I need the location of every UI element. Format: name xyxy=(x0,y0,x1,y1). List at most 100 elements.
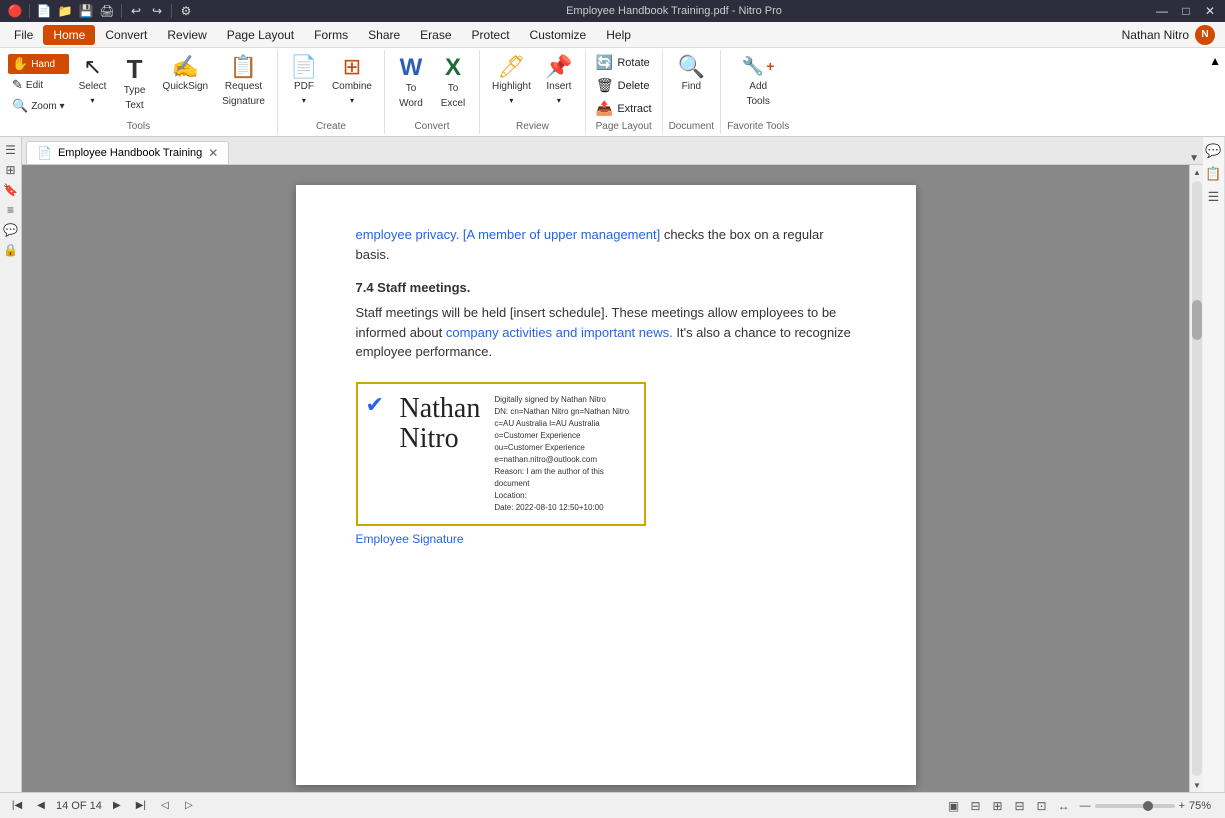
document-items: 🔍 Find xyxy=(671,52,711,119)
nav-first-page-btn[interactable]: |◀ xyxy=(8,797,26,815)
request-signature-btn[interactable]: 📋 Request Signature xyxy=(216,52,271,112)
pdf-label: PDF xyxy=(294,81,314,93)
content-wrapper: 📄 Employee Handbook Training ✕ ▼ employe… xyxy=(22,137,1203,792)
review-group-label: Review xyxy=(516,119,549,132)
sidebar-tool-1[interactable]: 💬 xyxy=(1204,141,1224,161)
tab-menu-btn[interactable]: ▼ xyxy=(1189,153,1203,164)
document-tab[interactable]: 📄 Employee Handbook Training ✕ xyxy=(26,141,229,164)
document-area: ☰ ⊞ 🔖 ≡ 💬 🔒 📄 Employee Handbook Training… xyxy=(0,137,1225,792)
full-page-view-btn[interactable]: ⊟ xyxy=(1010,796,1030,816)
menu-share[interactable]: Share xyxy=(358,25,410,45)
nav-last-page-btn[interactable]: ▶| xyxy=(132,797,150,815)
nav-next-page-btn[interactable]: ▶ xyxy=(108,797,126,815)
menu-customize[interactable]: Customize xyxy=(520,25,597,45)
sidebar-bookmarks[interactable]: 🔖 xyxy=(2,181,20,199)
scroll-up-arrow[interactable]: ▲ xyxy=(1190,165,1203,179)
minimize-icon[interactable]: — xyxy=(1153,2,1171,20)
highlight-btn[interactable]: 🖊 Highlight ▾ xyxy=(486,52,537,110)
signature-label: Employee Signature xyxy=(356,532,856,546)
combine-btn[interactable]: ⊞ Combine ▾ xyxy=(326,52,378,110)
scroll-track[interactable] xyxy=(1192,181,1202,776)
zoom-in-btn[interactable]: + xyxy=(1179,800,1185,812)
menu-protect[interactable]: Protect xyxy=(462,25,520,45)
menu-page-layout[interactable]: Page Layout xyxy=(217,25,304,45)
scroll-thumb[interactable] xyxy=(1192,300,1202,340)
open-file-icon[interactable]: 📁 xyxy=(56,2,74,20)
ribbon-group-favorite-tools: 🔧 + Add Tools Favorite Tools xyxy=(721,50,795,134)
combine-dropdown-icon: ▾ xyxy=(350,96,354,106)
zoom-area: — + 75% xyxy=(1080,800,1217,812)
menu-home[interactable]: Home xyxy=(43,25,95,45)
nitro-logo-icon[interactable]: 🔴 xyxy=(6,2,24,20)
extract-icon: 📤 xyxy=(596,100,613,117)
sidebar-tool-3[interactable]: ☰ xyxy=(1204,187,1224,207)
sidebar-attachment[interactable]: 🔒 xyxy=(2,241,20,259)
two-page-view-btn[interactable]: ⊟ xyxy=(966,796,986,816)
fit-width-btn[interactable]: ↔ xyxy=(1054,796,1074,816)
doc-link-company: company activities and important news. xyxy=(446,325,673,340)
nav-fwd-btn[interactable]: ▷ xyxy=(180,797,198,815)
tab-close-btn[interactable]: ✕ xyxy=(208,146,218,160)
new-file-icon[interactable]: 📄 xyxy=(35,2,53,20)
vertical-scrollbar[interactable]: ▲ ▼ xyxy=(1189,165,1203,792)
thumbnail-view-btn[interactable]: ⊡ xyxy=(1032,796,1052,816)
extract-btn[interactable]: 📤 Extract xyxy=(592,98,656,119)
menu-review[interactable]: Review xyxy=(157,25,216,45)
left-sidebar: ☰ ⊞ 🔖 ≡ 💬 🔒 xyxy=(0,137,22,792)
ribbon-group-create: 📄 PDF ▾ ⊞ Combine ▾ Create xyxy=(278,50,385,134)
nav-prev-page-btn[interactable]: ◀ xyxy=(32,797,50,815)
zoom-level: 75% xyxy=(1189,800,1217,812)
user-avatar[interactable]: N xyxy=(1195,25,1215,45)
sidebar-tool-2[interactable]: 📋 xyxy=(1204,164,1224,184)
doc-link-management: employee privacy. [A member of upper man… xyxy=(356,227,661,242)
menu-erase[interactable]: Erase xyxy=(410,25,461,45)
hand-tool-btn[interactable]: ✋ Hand xyxy=(8,54,69,74)
select-dropdown-icon: ▾ xyxy=(91,96,95,106)
redo-icon[interactable]: ↪ xyxy=(148,2,166,20)
page-layout-group-label: Page Layout xyxy=(596,119,652,132)
menu-file[interactable]: File xyxy=(4,25,43,45)
select-btn[interactable]: ↖ Select ▾ xyxy=(73,52,113,110)
insert-btn[interactable]: 📌 Insert ▾ xyxy=(539,52,579,110)
two-page-scroll-btn[interactable]: ⊞ xyxy=(988,796,1008,816)
delete-btn[interactable]: 🗑 Delete xyxy=(592,75,656,96)
create-group-label: Create xyxy=(316,119,346,132)
pdf-btn[interactable]: 📄 PDF ▾ xyxy=(284,52,324,110)
to-excel-label: To xyxy=(448,83,459,95)
tools-group-label: Tools xyxy=(127,119,150,132)
menu-convert[interactable]: Convert xyxy=(95,25,157,45)
add-tools-btn[interactable]: 🔧 + Add Tools xyxy=(736,52,781,112)
close-icon[interactable]: ✕ xyxy=(1201,2,1219,20)
sidebar-page-thumbnails[interactable]: ⊞ xyxy=(2,161,20,179)
sidebar-hand-tool[interactable]: ☰ xyxy=(2,141,20,159)
zoom-slider[interactable] xyxy=(1095,804,1175,808)
quicksign-btn[interactable]: ✍ QuickSign xyxy=(157,52,215,97)
sidebar-comment[interactable]: 💬 xyxy=(2,221,20,239)
ribbon-group-document: 🔍 Find Document xyxy=(663,50,722,134)
sig-detail-1: Digitally signed by Nathan Nitro xyxy=(494,394,629,406)
document-scroll-area[interactable]: employee privacy. [A member of upper man… xyxy=(22,165,1189,792)
sig-detail-10: Date: 2022-08-10 12:50+10:00 xyxy=(494,502,629,514)
maximize-icon[interactable]: □ xyxy=(1177,2,1195,20)
customize-icon[interactable]: ⚙ xyxy=(177,2,195,20)
rotate-btn[interactable]: 🔄 Rotate xyxy=(592,52,656,73)
page-canvas: employee privacy. [A member of upper man… xyxy=(296,185,916,785)
nav-back-btn[interactable]: ◁ xyxy=(156,797,174,815)
zoom-tool-btn[interactable]: 🔍 Zoom ▾ xyxy=(8,96,69,116)
to-excel-btn[interactable]: X To Excel xyxy=(433,52,473,114)
to-word-btn[interactable]: W To Word xyxy=(391,52,431,114)
ribbon-collapse-btn[interactable]: ▲ xyxy=(1205,50,1225,134)
type-text-btn[interactable]: T Type Text xyxy=(115,52,155,116)
zoom-out-btn[interactable]: — xyxy=(1080,800,1091,812)
find-btn[interactable]: 🔍 Find xyxy=(671,52,711,97)
print-icon[interactable]: 🖨 xyxy=(98,2,116,20)
doc-paragraph-1: employee privacy. [A member of upper man… xyxy=(356,225,856,264)
save-icon[interactable]: 💾 xyxy=(77,2,95,20)
undo-icon[interactable]: ↩ xyxy=(127,2,145,20)
menu-help[interactable]: Help xyxy=(596,25,641,45)
single-page-view-btn[interactable]: ▣ xyxy=(944,796,964,816)
sidebar-form-fields[interactable]: ≡ xyxy=(2,201,20,219)
scroll-down-arrow[interactable]: ▼ xyxy=(1190,778,1203,792)
menu-forms[interactable]: Forms xyxy=(304,25,358,45)
edit-tool-btn[interactable]: ✎ Edit xyxy=(8,75,69,95)
